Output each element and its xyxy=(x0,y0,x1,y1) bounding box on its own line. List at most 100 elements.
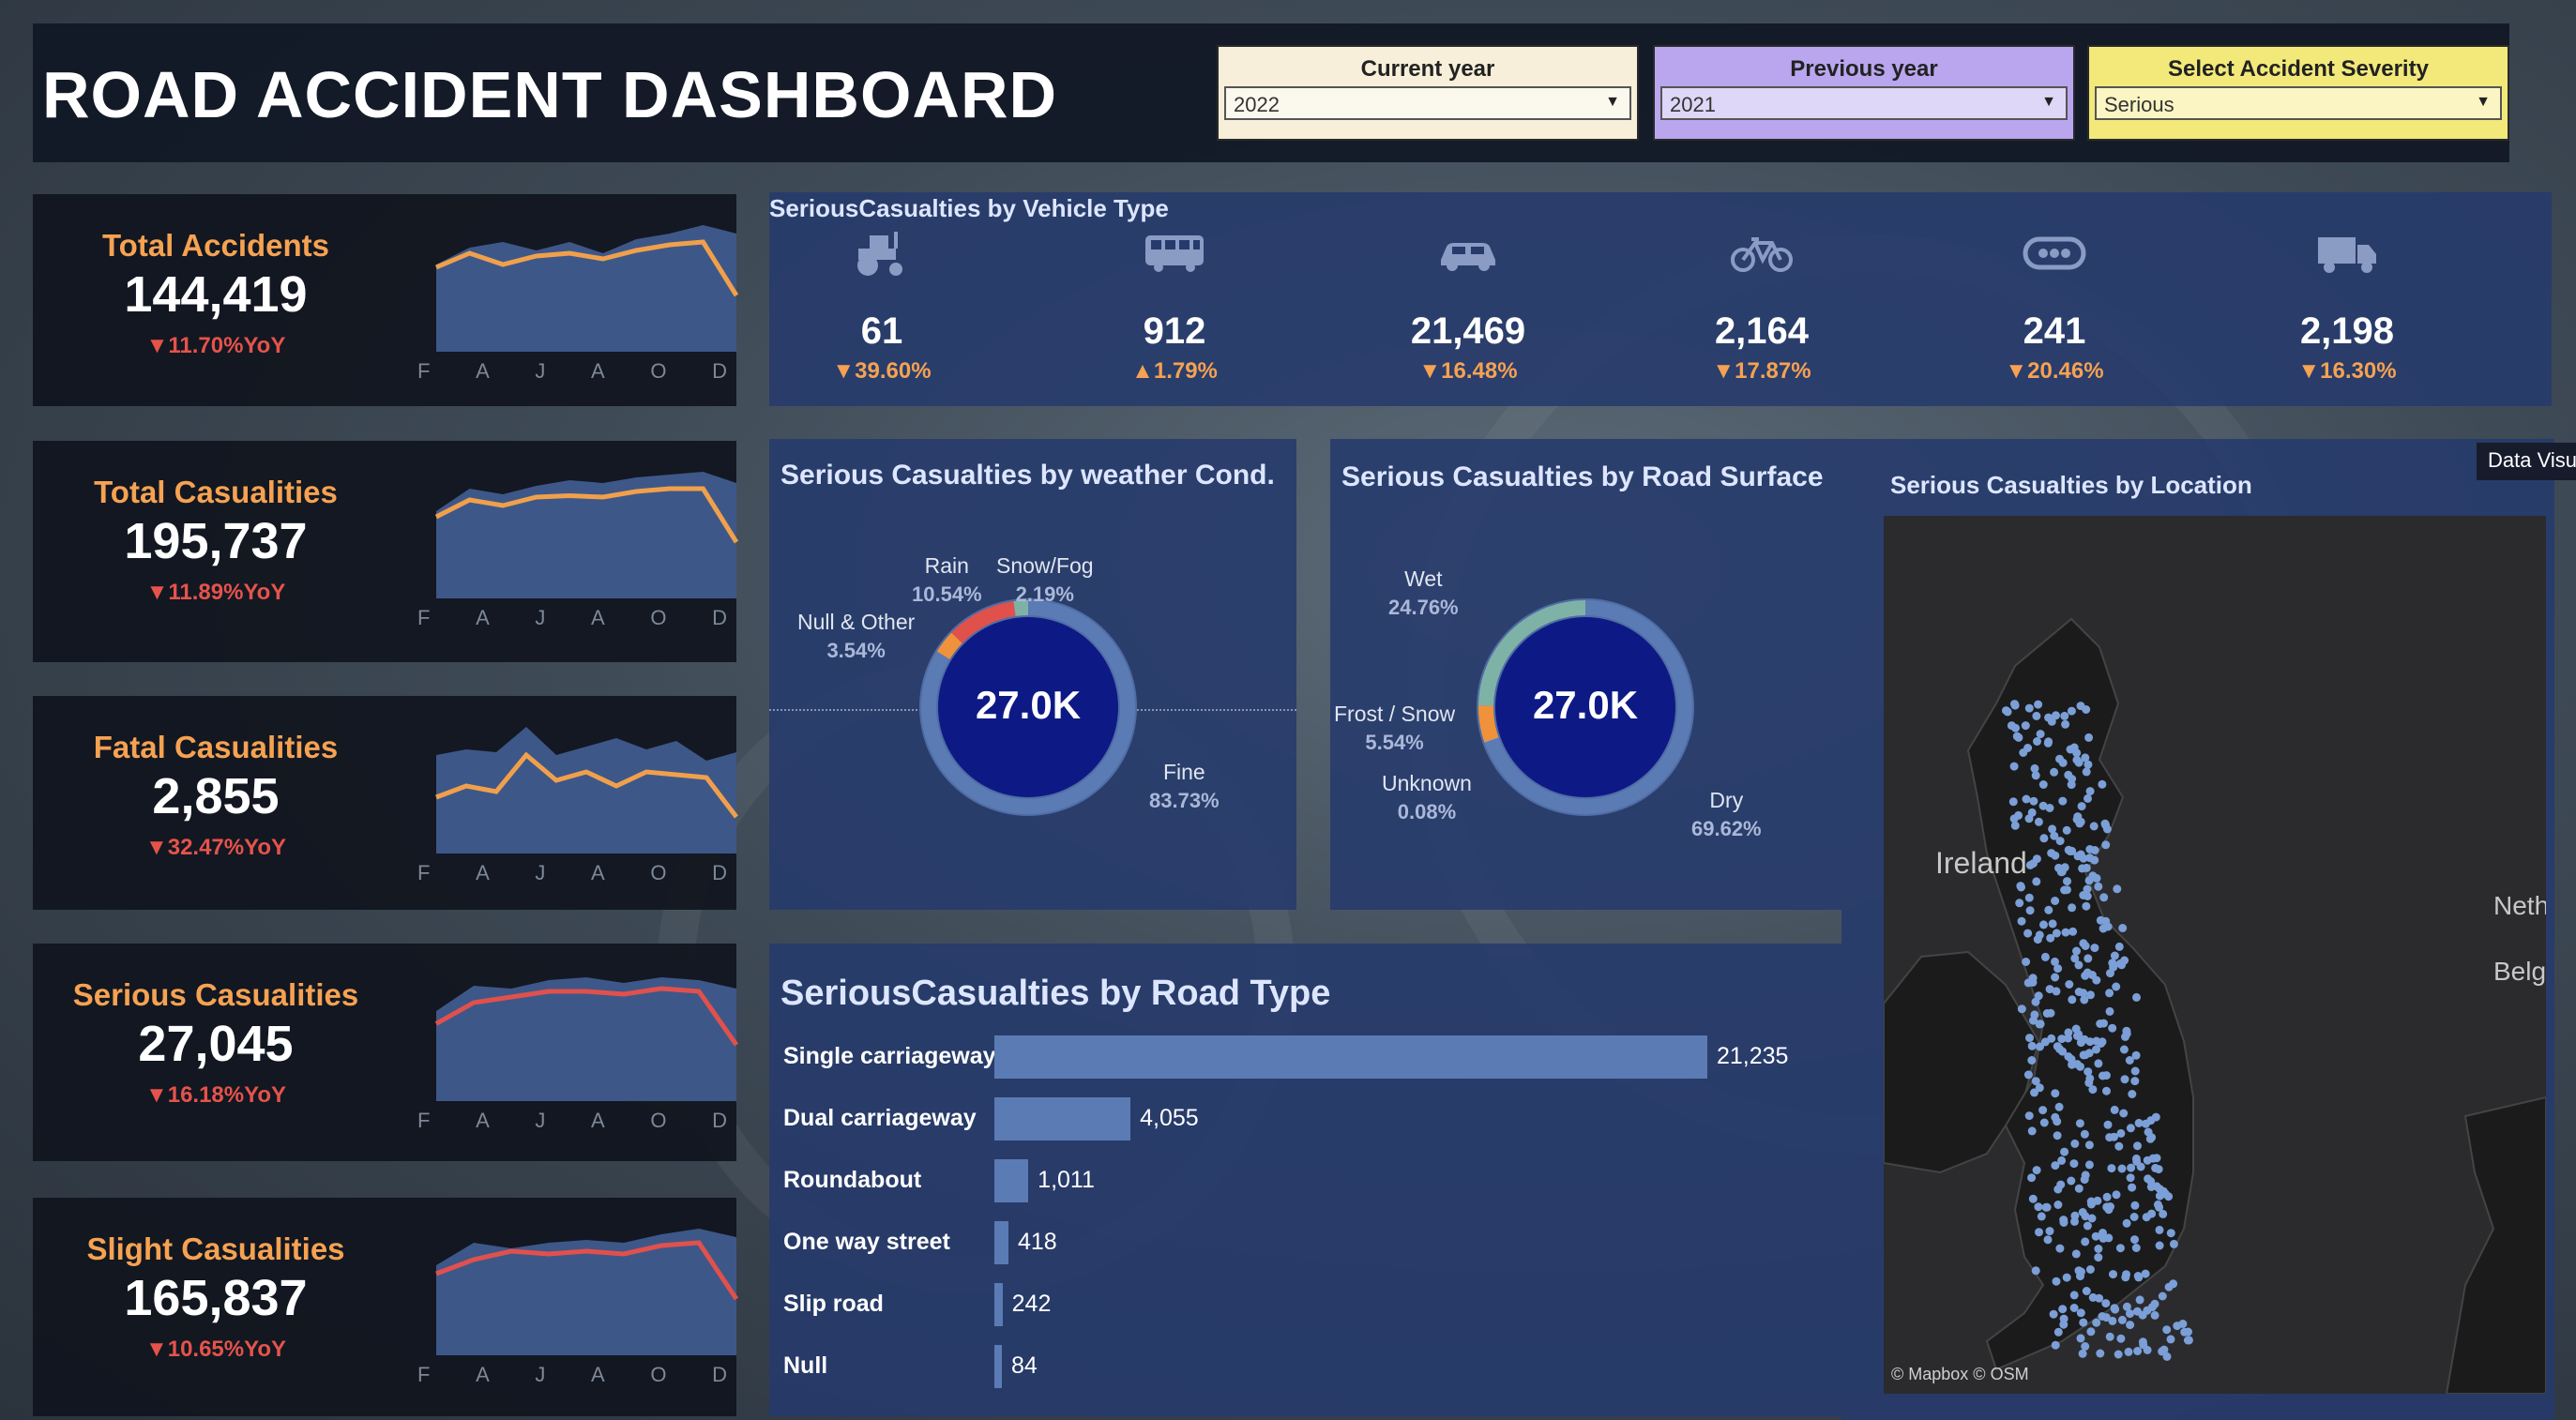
casualty-point[interactable] xyxy=(2030,1088,2038,1097)
casualty-point[interactable] xyxy=(2068,903,2077,913)
casualty-point[interactable] xyxy=(2083,884,2092,894)
casualty-point[interactable] xyxy=(2029,796,2038,806)
casualty-point[interactable] xyxy=(2057,1035,2067,1044)
casualty-point[interactable] xyxy=(2109,1270,2117,1279)
casualty-point[interactable] xyxy=(2158,1347,2167,1356)
casualty-point[interactable] xyxy=(2061,928,2070,937)
casualty-point[interactable] xyxy=(2119,1109,2129,1118)
casualty-point[interactable] xyxy=(2130,1066,2140,1076)
casualty-point[interactable] xyxy=(2060,1147,2069,1156)
casualty-point[interactable] xyxy=(2069,1291,2079,1300)
casualty-point[interactable] xyxy=(2134,1118,2144,1127)
casualty-point[interactable] xyxy=(2096,1020,2105,1028)
casualty-point[interactable] xyxy=(2058,796,2068,806)
casualty-point[interactable] xyxy=(2055,754,2064,763)
casualty-point[interactable] xyxy=(2031,1266,2040,1276)
casualty-point[interactable] xyxy=(2048,919,2057,929)
casualty-point[interactable] xyxy=(2076,1308,2085,1318)
casualty-point[interactable] xyxy=(2138,1337,2147,1347)
casualty-point[interactable] xyxy=(2035,930,2044,940)
casualty-point[interactable] xyxy=(2050,831,2059,840)
casualty-point[interactable] xyxy=(2127,1163,2136,1172)
casualty-point[interactable] xyxy=(2110,1304,2119,1313)
casualty-point[interactable] xyxy=(2108,1316,2117,1325)
casualty-point[interactable] xyxy=(2107,1164,2116,1173)
casualty-point[interactable] xyxy=(2128,1090,2137,1098)
casualty-point[interactable] xyxy=(2126,1124,2135,1133)
casualty-point[interactable] xyxy=(2092,873,2101,883)
casualty-point[interactable] xyxy=(2053,1117,2062,1126)
casualty-point[interactable] xyxy=(2044,905,2053,914)
casualty-point[interactable] xyxy=(2115,1244,2125,1253)
casualty-point[interactable] xyxy=(2092,1318,2101,1327)
casualty-point[interactable] xyxy=(2080,1129,2089,1139)
casualty-point[interactable] xyxy=(2017,916,2026,926)
casualty-point[interactable] xyxy=(2155,1241,2164,1250)
casualty-point[interactable] xyxy=(2150,1310,2159,1320)
casualty-point[interactable] xyxy=(2058,1305,2068,1314)
casualty-point[interactable] xyxy=(2145,1134,2155,1143)
casualty-point[interactable] xyxy=(2009,762,2019,771)
casualty-point[interactable] xyxy=(2087,1214,2097,1223)
casualty-point[interactable] xyxy=(2066,745,2075,754)
casualty-point[interactable] xyxy=(2114,942,2124,951)
casualty-point[interactable] xyxy=(2081,1342,2090,1351)
casualty-point[interactable] xyxy=(2084,793,2092,803)
casualty-point[interactable] xyxy=(2057,1156,2067,1165)
casualty-point[interactable] xyxy=(2027,1126,2037,1136)
casualty-point[interactable] xyxy=(2126,1309,2134,1319)
casualty-point[interactable] xyxy=(2169,1279,2178,1289)
vehicle-bus[interactable]: 912 ▲1.79% xyxy=(1062,230,1287,385)
casualty-point[interactable] xyxy=(2166,1335,2175,1344)
casualty-point[interactable] xyxy=(2084,1160,2094,1170)
casualty-point[interactable] xyxy=(2129,1213,2139,1221)
casualty-point[interactable] xyxy=(2051,957,2059,966)
casualty-point[interactable] xyxy=(2062,1273,2071,1282)
casualty-point[interactable] xyxy=(2101,1299,2111,1308)
casualty-point[interactable] xyxy=(2041,1202,2051,1212)
casualty-point[interactable] xyxy=(2068,995,2077,1005)
casualty-point[interactable] xyxy=(2079,1318,2088,1327)
casualty-point[interactable] xyxy=(2085,1265,2095,1274)
casualty-point[interactable] xyxy=(2128,1183,2137,1192)
casualty-point[interactable] xyxy=(2155,1225,2164,1234)
casualty-point[interactable] xyxy=(2101,821,2111,830)
current-year-select[interactable]: 2022 ▼ xyxy=(1224,86,1631,120)
casualty-point[interactable] xyxy=(2039,834,2049,843)
casualty-point[interactable] xyxy=(2090,855,2099,865)
casualty-point[interactable] xyxy=(2067,780,2076,790)
casualty-point[interactable] xyxy=(2108,1023,2117,1033)
casualty-point[interactable] xyxy=(2065,980,2074,989)
casualty-point[interactable] xyxy=(2101,840,2111,850)
casualty-point[interactable] xyxy=(2082,767,2091,777)
casualty-point[interactable] xyxy=(2044,737,2053,747)
casualty-point[interactable] xyxy=(2053,1327,2063,1337)
casualty-point[interactable] xyxy=(2159,1209,2168,1218)
casualty-point[interactable] xyxy=(2084,954,2093,963)
casualty-point[interactable] xyxy=(2023,929,2033,938)
road-type-row[interactable]: Single carriageway 21,235 xyxy=(769,1034,1841,1080)
casualty-point[interactable] xyxy=(2094,882,2103,891)
casualty-point[interactable] xyxy=(2105,1332,2114,1341)
road-type-bar[interactable] xyxy=(994,1097,1131,1141)
casualty-point[interactable] xyxy=(2108,959,2117,968)
casualty-point[interactable] xyxy=(2132,1307,2142,1316)
casualty-point[interactable] xyxy=(2038,1106,2048,1115)
casualty-point[interactable] xyxy=(2120,1075,2129,1084)
casualty-point[interactable] xyxy=(2091,1231,2100,1241)
casualty-point[interactable] xyxy=(2101,916,2111,926)
casualty-point[interactable] xyxy=(2046,1008,2055,1018)
casualty-point[interactable] xyxy=(2143,1156,2152,1165)
data-visualization-tab[interactable]: Data Visu xyxy=(2477,443,2576,480)
road-type-row[interactable]: Null 84 xyxy=(769,1343,1841,1390)
casualty-point[interactable] xyxy=(2002,706,2010,716)
casualty-point[interactable] xyxy=(2038,801,2048,810)
road-type-row[interactable]: Slip road 242 xyxy=(769,1281,1841,1328)
casualty-point[interactable] xyxy=(2135,1295,2144,1305)
casualty-point[interactable] xyxy=(2053,1131,2062,1141)
casualty-point[interactable] xyxy=(2088,1292,2098,1302)
road-type-row[interactable]: Dual carriageway 4,055 xyxy=(769,1095,1841,1142)
casualty-point[interactable] xyxy=(2116,1334,2126,1343)
casualty-point[interactable] xyxy=(2132,992,2141,1002)
casualty-point[interactable] xyxy=(2025,906,2035,915)
